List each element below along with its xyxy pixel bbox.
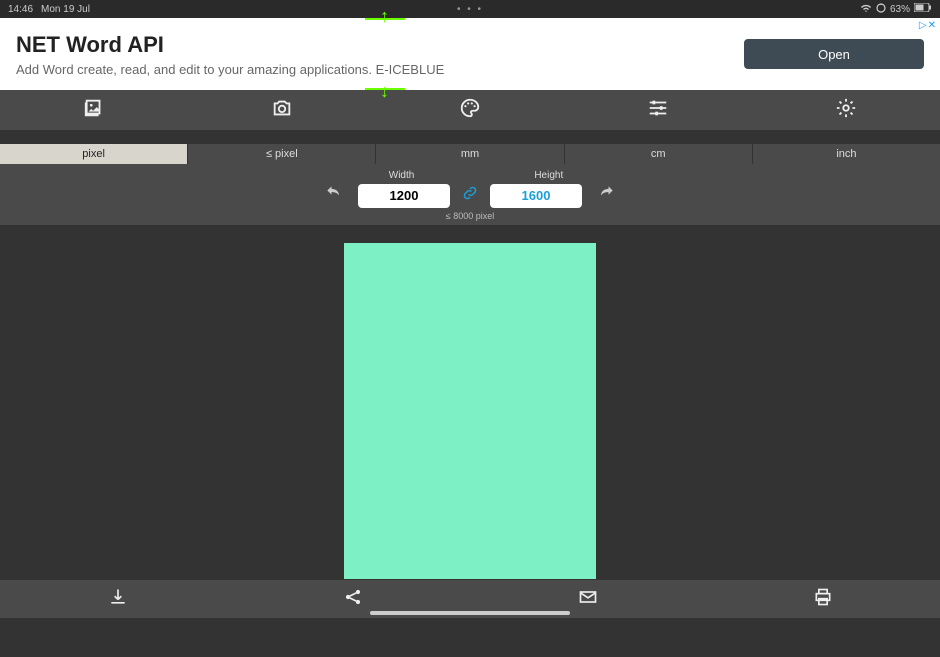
- tutorial-arrow-up-icon: ↑: [380, 6, 389, 27]
- ad-open-button[interactable]: Open: [744, 39, 924, 69]
- status-date: Mon 19 Jul: [41, 4, 90, 15]
- tutorial-highlight-line: [365, 88, 405, 90]
- orientation-lock-icon: [876, 3, 886, 16]
- battery-icon: [914, 3, 932, 15]
- divider: [0, 130, 940, 144]
- print-icon: [813, 587, 833, 612]
- redo-icon: [596, 190, 616, 207]
- unit-tab-cm[interactable]: cm: [565, 144, 753, 164]
- share-icon: [343, 587, 363, 612]
- unit-tab-mm[interactable]: mm: [376, 144, 564, 164]
- sliders-icon: [647, 97, 669, 124]
- height-input[interactable]: [490, 184, 582, 208]
- ad-title: NET Word API: [16, 32, 744, 58]
- tutorial-arrow-down-icon: ↓: [380, 81, 389, 102]
- unit-label: mm: [461, 148, 479, 160]
- ad-close-icon[interactable]: ✕: [928, 20, 936, 31]
- undo-icon: [324, 190, 344, 207]
- print-button[interactable]: [705, 580, 940, 618]
- unit-tab-pixel[interactable]: pixel: [0, 144, 188, 164]
- download-button[interactable]: [0, 580, 235, 618]
- canvas-preview[interactable]: [344, 243, 596, 579]
- height-label: Height: [534, 170, 563, 181]
- home-indicator[interactable]: [370, 611, 570, 615]
- unit-label: pixel: [82, 148, 105, 160]
- tab-adjust[interactable]: [564, 90, 752, 130]
- palette-icon: [459, 97, 481, 124]
- tab-color[interactable]: [376, 90, 564, 130]
- unit-tabs: pixel ≤ pixel mm cm inch: [0, 144, 940, 164]
- unit-tab-inch[interactable]: inch: [753, 144, 940, 164]
- aspect-lock-button[interactable]: [458, 184, 482, 208]
- email-icon: [578, 587, 598, 612]
- tool-tabs: [0, 90, 940, 130]
- dimension-hint: ≤ 8000 pixel: [0, 211, 940, 221]
- unit-label: ≤ pixel: [266, 148, 298, 160]
- dimension-controls: Width Height ≤ 8000 pixel: [0, 164, 940, 225]
- battery-percent: 63%: [890, 4, 910, 15]
- tab-camera[interactable]: [188, 90, 376, 130]
- ad-open-label: Open: [818, 47, 850, 62]
- redo-button[interactable]: [590, 183, 622, 208]
- multitask-dots: • • •: [457, 4, 483, 15]
- wifi-icon: [860, 3, 872, 16]
- link-icon: [461, 184, 479, 207]
- ad-subtitle: Add Word create, read, and edit to your …: [16, 62, 744, 77]
- unit-tab-lte-pixel[interactable]: ≤ pixel: [188, 144, 376, 164]
- undo-button[interactable]: [318, 183, 350, 208]
- camera-icon: [271, 97, 293, 124]
- tab-settings[interactable]: [752, 90, 940, 130]
- canvas-area: [0, 225, 940, 580]
- status-time: 14:46: [8, 4, 33, 15]
- status-bar: 14:46 Mon 19 Jul • • • 63%: [0, 0, 940, 18]
- gear-icon: [835, 97, 857, 124]
- download-icon: [108, 587, 128, 612]
- unit-label: inch: [836, 148, 856, 160]
- width-label: Width: [389, 170, 415, 181]
- unit-label: cm: [651, 148, 666, 160]
- ad-banner[interactable]: ↑ NET Word API Add Word create, read, an…: [0, 18, 940, 90]
- adchoices-icon: ▷: [919, 20, 927, 31]
- width-input[interactable]: [358, 184, 450, 208]
- bottom-toolbar: [0, 580, 940, 618]
- image-icon: [83, 97, 105, 124]
- tab-gallery[interactable]: [0, 90, 188, 130]
- ad-choices[interactable]: ▷✕: [919, 20, 936, 31]
